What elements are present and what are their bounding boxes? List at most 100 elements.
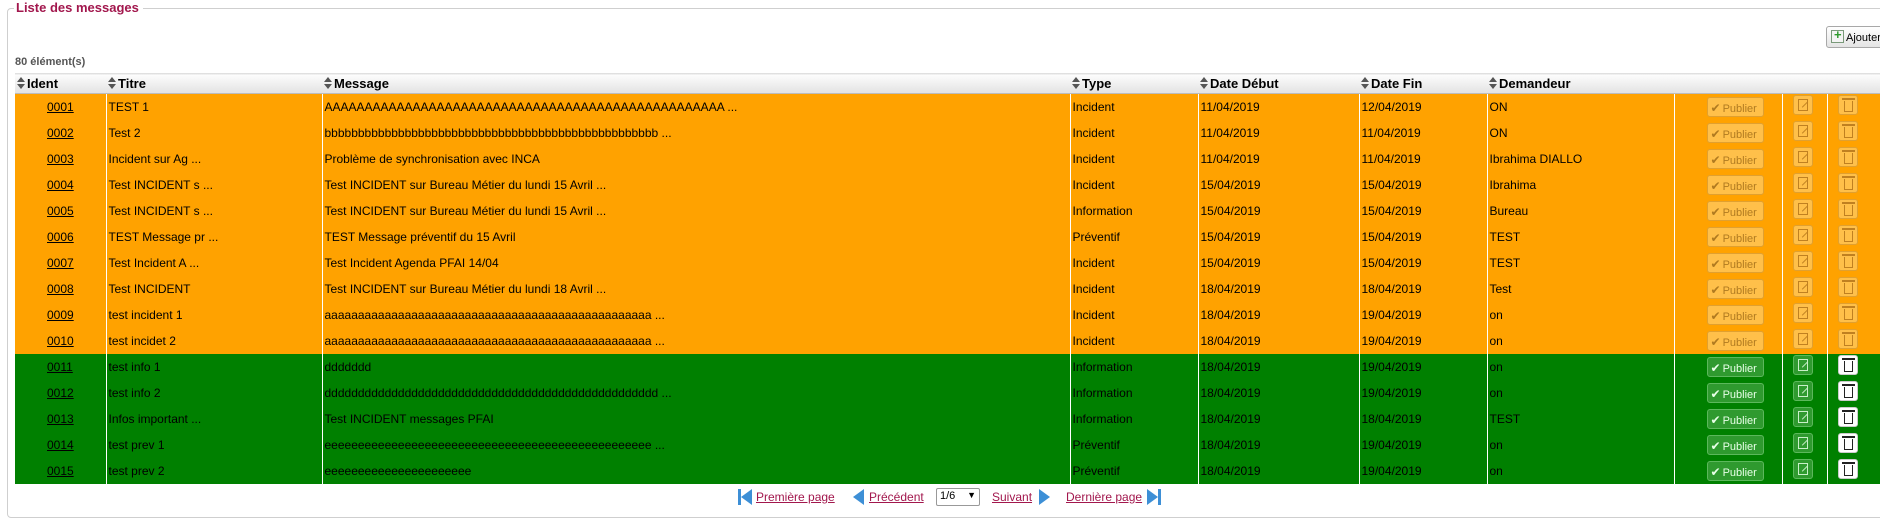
cell-ident[interactable]: 0013 — [15, 405, 106, 432]
edit-button[interactable] — [1792, 433, 1813, 453]
edit-button[interactable] — [1792, 173, 1813, 193]
cell-ident[interactable]: 0007 — [15, 249, 106, 276]
delete-button[interactable] — [1837, 277, 1858, 297]
ident-link[interactable]: 0015 — [47, 464, 74, 478]
previous-page-link[interactable]: Précédent — [869, 490, 924, 504]
edit-button[interactable] — [1792, 459, 1813, 479]
page-select[interactable]: 1/6 ▼ — [936, 488, 980, 506]
ident-link[interactable]: 0002 — [47, 126, 74, 140]
last-page-link[interactable]: Dernière page — [1066, 490, 1142, 504]
publish-button[interactable]: ✔ Publier — [1706, 148, 1764, 169]
publish-button[interactable]: ✔ Publier — [1706, 252, 1764, 273]
delete-button[interactable] — [1837, 459, 1858, 479]
delete-button[interactable] — [1837, 329, 1858, 349]
col-date-debut[interactable]: Date Début — [1198, 73, 1359, 94]
edit-button[interactable] — [1792, 225, 1813, 245]
previous-page-icon[interactable] — [853, 489, 864, 505]
publish-button[interactable]: ✔ Publier — [1706, 382, 1764, 403]
last-page-icon[interactable] — [1158, 489, 1161, 505]
edit-button[interactable] — [1792, 303, 1813, 323]
first-page-arrow-icon[interactable] — [741, 489, 752, 505]
ident-link[interactable]: 0013 — [47, 412, 74, 426]
delete-button[interactable] — [1837, 251, 1858, 271]
edit-button[interactable] — [1792, 329, 1813, 349]
publish-button[interactable]: ✔ Publier — [1706, 304, 1764, 325]
ident-link[interactable]: 0001 — [47, 100, 74, 114]
check-icon: ✔ — [1710, 282, 1721, 297]
publish-button[interactable]: ✔ Publier — [1706, 96, 1764, 117]
cell-date-fin: 19/04/2019 — [1358, 457, 1487, 484]
col-titre[interactable]: Titre — [106, 73, 322, 94]
ident-link[interactable]: 0014 — [47, 438, 74, 452]
edit-button[interactable] — [1792, 199, 1813, 219]
next-page-link[interactable]: Suivant — [992, 490, 1032, 504]
publish-button-label: Publier — [1722, 336, 1757, 349]
delete-button[interactable] — [1837, 147, 1858, 167]
cell-ident[interactable]: 0002 — [15, 119, 106, 146]
publish-button[interactable]: ✔ Publier — [1706, 122, 1764, 143]
publish-button[interactable]: ✔ Publier — [1706, 330, 1764, 351]
publish-button[interactable]: ✔ Publier — [1706, 278, 1764, 299]
edit-button[interactable] — [1792, 407, 1813, 427]
ident-link[interactable]: 0008 — [47, 282, 74, 296]
ident-link[interactable]: 0005 — [47, 204, 74, 218]
publish-button[interactable]: ✔ Publier — [1706, 434, 1764, 455]
next-page-icon[interactable] — [1039, 489, 1050, 505]
cell-ident[interactable]: 0005 — [15, 197, 106, 224]
delete-button[interactable] — [1837, 121, 1858, 141]
col-ident[interactable]: Ident — [15, 73, 106, 94]
cell-ident[interactable]: 0003 — [15, 145, 106, 172]
cell-date-fin: 19/04/2019 — [1358, 327, 1487, 354]
col-demandeur[interactable]: Demandeur — [1487, 73, 1674, 94]
publish-button[interactable]: ✔ Publier — [1706, 226, 1764, 247]
publish-button[interactable]: ✔ Publier — [1706, 356, 1764, 377]
cell-ident[interactable]: 0001 — [15, 93, 106, 120]
edit-button[interactable] — [1792, 355, 1813, 375]
cell-date-debut: 18/04/2019 — [1197, 379, 1359, 406]
edit-button[interactable] — [1792, 277, 1813, 297]
ident-link[interactable]: 0009 — [47, 308, 74, 322]
ident-link[interactable]: 0006 — [47, 230, 74, 244]
delete-button[interactable] — [1837, 95, 1858, 116]
cell-ident[interactable]: 0008 — [15, 275, 106, 302]
first-page-link[interactable]: Première page — [756, 490, 835, 504]
edit-button[interactable] — [1792, 147, 1813, 167]
last-page-arrow-icon[interactable] — [1147, 489, 1158, 505]
publish-button-label: Publier — [1722, 284, 1757, 297]
cell-ident[interactable]: 0010 — [15, 327, 106, 354]
publish-button[interactable]: ✔ Publier — [1706, 174, 1764, 195]
ident-link[interactable]: 0007 — [47, 256, 74, 270]
add-button[interactable]: Ajouter — [1826, 26, 1880, 48]
delete-button[interactable] — [1837, 303, 1858, 323]
cell-ident[interactable]: 0014 — [15, 431, 106, 458]
ident-link[interactable]: 0003 — [47, 152, 74, 166]
publish-button[interactable]: ✔ Publier — [1706, 200, 1764, 221]
cell-publish: ✔ Publier — [1673, 457, 1782, 484]
col-message[interactable]: Message — [322, 73, 1070, 94]
cell-ident[interactable]: 0006 — [15, 223, 106, 250]
publish-button[interactable]: ✔ Publier — [1706, 460, 1764, 481]
cell-ident[interactable]: 0015 — [15, 457, 106, 484]
col-type[interactable]: Type — [1070, 73, 1198, 94]
delete-button[interactable] — [1837, 381, 1858, 401]
delete-button[interactable] — [1837, 433, 1858, 453]
cell-ident[interactable]: 0011 — [15, 353, 106, 380]
edit-button[interactable] — [1792, 251, 1813, 271]
delete-button[interactable] — [1837, 355, 1858, 375]
delete-button[interactable] — [1837, 199, 1858, 219]
publish-button[interactable]: ✔ Publier — [1706, 408, 1764, 429]
delete-button[interactable] — [1837, 407, 1858, 427]
edit-button[interactable] — [1792, 381, 1813, 401]
edit-button[interactable] — [1792, 95, 1813, 116]
cell-ident[interactable]: 0009 — [15, 301, 106, 328]
col-date-fin[interactable]: Date Fin — [1359, 73, 1487, 94]
ident-link[interactable]: 0010 — [47, 334, 74, 348]
edit-button[interactable] — [1792, 121, 1813, 141]
delete-button[interactable] — [1837, 225, 1858, 245]
cell-ident[interactable]: 0004 — [15, 171, 106, 198]
ident-link[interactable]: 0004 — [47, 178, 74, 192]
delete-button[interactable] — [1837, 173, 1858, 193]
ident-link[interactable]: 0012 — [47, 386, 74, 400]
ident-link[interactable]: 0011 — [47, 360, 73, 374]
cell-ident[interactable]: 0012 — [15, 379, 106, 406]
